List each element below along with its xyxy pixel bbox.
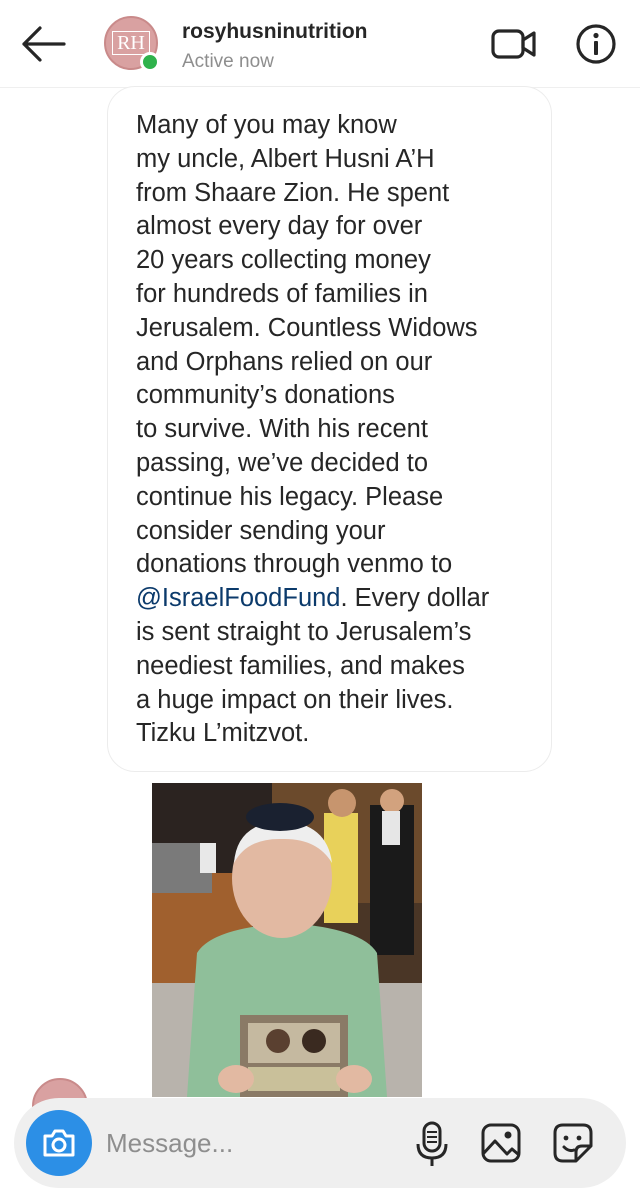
video-call-icon: [491, 29, 536, 59]
message-line: to survive. With his recent: [136, 415, 428, 444]
mention-tail: . Every dollar: [340, 584, 490, 613]
online-indicator: [140, 52, 160, 72]
shared-photo[interactable]: [152, 783, 422, 1097]
gallery-button[interactable]: [480, 1122, 522, 1164]
message-line: my uncle, Albert Husni A’H: [136, 144, 435, 173]
message-line: a huge impact on their lives.: [136, 685, 454, 714]
profile-avatar[interactable]: RH: [104, 16, 160, 72]
mention-link[interactable]: @IsraelFoodFund: [136, 584, 341, 612]
active-status: Active now: [182, 51, 274, 72]
message-line: and Orphans relied on our: [136, 347, 433, 376]
message-text: Many of you may know my uncle, Albert Hu…: [136, 109, 531, 751]
microphone-icon: [416, 1121, 448, 1166]
info-button[interactable]: [574, 22, 618, 66]
message-line: neediest families, and makes: [136, 651, 465, 680]
message-line: Jerusalem. Countless Widows: [136, 313, 478, 342]
message-line: for hundreds of families in: [136, 279, 428, 308]
camera-button[interactable]: [26, 1110, 92, 1176]
message-line: continue his legacy. Please: [136, 482, 444, 511]
message-input[interactable]: [106, 1120, 406, 1166]
message-line: is sent straight to Jerusalem’s: [136, 617, 472, 646]
video-call-button[interactable]: [490, 24, 538, 64]
info-icon: [576, 24, 616, 64]
sticker-button[interactable]: [552, 1122, 594, 1164]
message-line-with-mention: @IsraelFoodFund. Every dollar: [136, 582, 531, 616]
sticker-icon: [553, 1123, 593, 1163]
message-line: from Shaare Zion. He spent: [136, 178, 450, 207]
message-line: community’s donations: [136, 381, 395, 410]
microphone-button[interactable]: [414, 1120, 450, 1168]
chat-header: RH rosyhusninutrition Active now: [0, 0, 640, 88]
avatar-initials: RH: [112, 31, 150, 55]
message-line: 20 years collecting money: [136, 246, 431, 275]
camera-icon: [43, 1129, 75, 1157]
message-composer: [14, 1098, 626, 1188]
message-line: almost every day for over: [136, 212, 423, 241]
chat-username[interactable]: rosyhusninutrition: [182, 20, 368, 44]
arrow-left-icon: [22, 26, 66, 62]
message-bubble[interactable]: Many of you may know my uncle, Albert Hu…: [107, 86, 552, 772]
message-line: consider sending your: [136, 516, 386, 545]
message-line: Tizku L’mitzvot.: [136, 719, 310, 748]
message-line: Many of you may know: [136, 111, 397, 139]
gallery-icon: [481, 1123, 521, 1163]
back-button[interactable]: [14, 20, 70, 68]
photo-illustration: [152, 783, 422, 1097]
message-line: passing, we’ve decided to: [136, 448, 429, 477]
message-line: donations through venmo to: [136, 550, 453, 579]
